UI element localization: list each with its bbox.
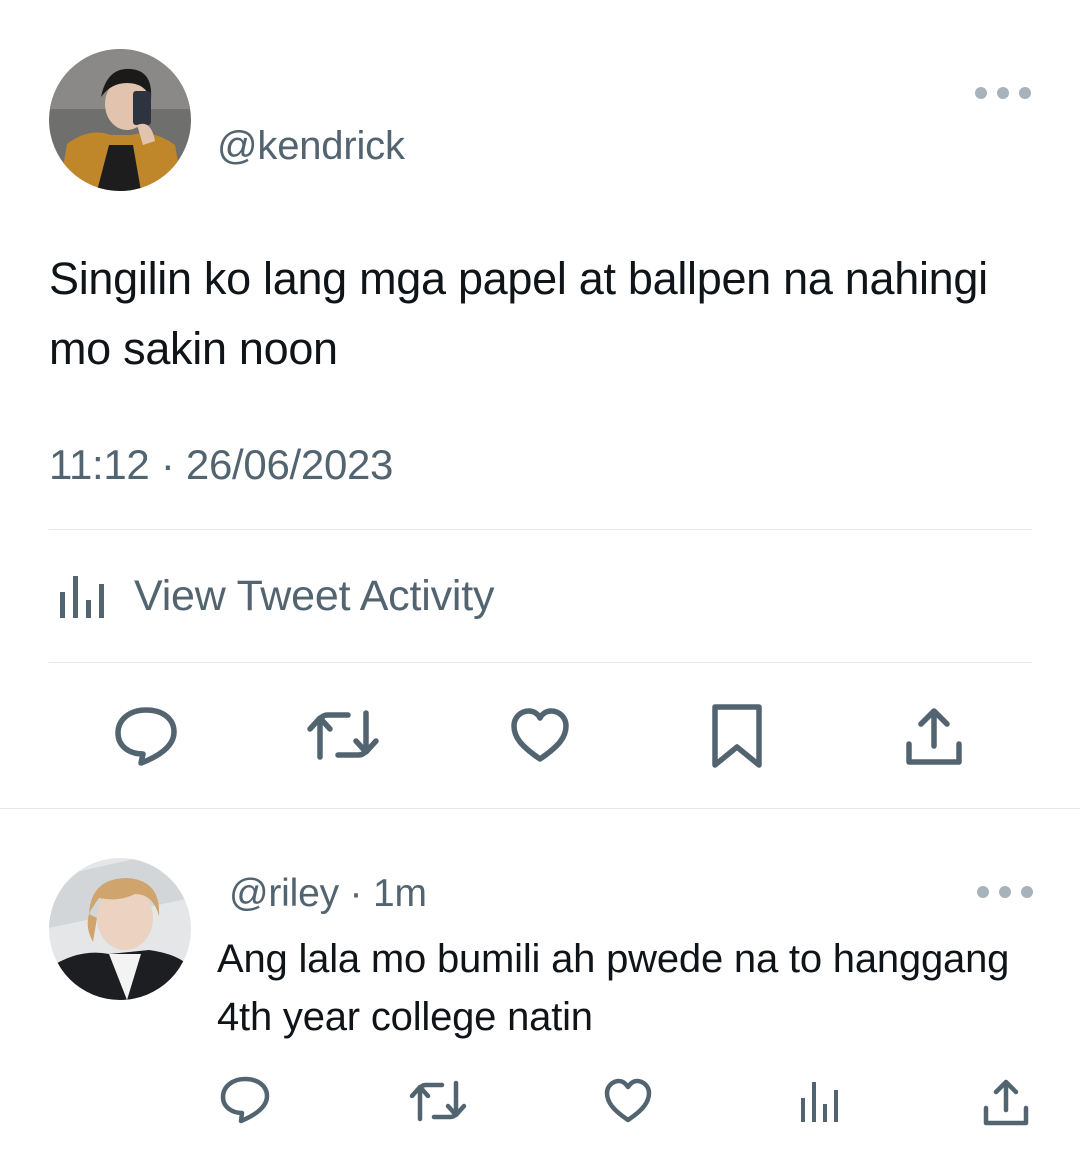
more-options-icon[interactable] [975, 86, 1041, 104]
reply-icon[interactable] [219, 1075, 271, 1130]
tweet-timestamp[interactable]: 11:12 · 26/06/2023 [49, 441, 393, 489]
view-tweet-activity-label: View Tweet Activity [134, 571, 495, 620]
analytics-icon [60, 576, 104, 618]
bookmark-icon[interactable] [711, 703, 763, 776]
reply-text: Ang lala mo bumili ah pwede na to hangga… [217, 937, 1010, 1039]
tweet-text: Singilin ko lang mga papel at ballpen na… [49, 253, 988, 374]
like-icon[interactable] [603, 1078, 653, 1129]
like-icon[interactable] [509, 707, 571, 770]
share-icon[interactable] [904, 706, 964, 773]
share-icon[interactable] [982, 1078, 1030, 1133]
reply-icon[interactable] [113, 705, 179, 772]
author-handle[interactable]: @kendrick [217, 124, 405, 169]
reply-time[interactable]: 1m [373, 872, 427, 915]
avatar-kendrick[interactable] [49, 49, 191, 191]
divider [49, 529, 1032, 530]
divider [0, 808, 1080, 809]
more-options-icon[interactable] [977, 885, 1043, 903]
meta-separator: · [349, 872, 363, 915]
retweet-icon[interactable] [306, 705, 380, 770]
reply-handle[interactable]: @riley [229, 872, 339, 915]
retweet-icon[interactable] [409, 1077, 467, 1130]
reply-meta: @riley · 1m [229, 872, 427, 916]
view-tweet-activity-button[interactable]: View Tweet Activity [56, 566, 494, 626]
avatar-riley[interactable] [49, 858, 191, 1000]
analytics-icon[interactable] [798, 1078, 842, 1129]
divider [49, 662, 1032, 663]
